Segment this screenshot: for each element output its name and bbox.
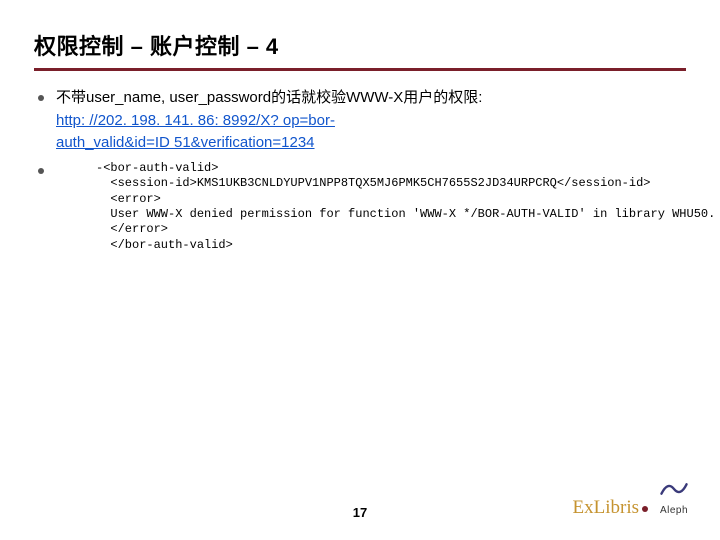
- footer: 17 ExLibris Aleph: [0, 484, 720, 524]
- bullet-1-prefix: 不带user_name, user_password的话就校验WWW-X用户的权…: [56, 89, 482, 106]
- aleph-swirl-icon: [658, 478, 690, 500]
- aleph-text: Aleph: [660, 505, 688, 516]
- slide-title: 权限控制 – 账户控制 – 4: [34, 34, 686, 71]
- link-line-2: auth_valid&id=ID 51&verification=1234: [56, 134, 315, 151]
- bullet-item-2: -<bor-auth-valid> <session-id>KMS1UKB3CN…: [34, 161, 686, 253]
- exlibris-dot-icon: [642, 506, 648, 512]
- exlibris-text: ExLibris: [573, 497, 640, 518]
- bullet-item-1: 不带user_name, user_password的话就校验WWW-X用户的权…: [34, 87, 686, 155]
- link-line-1: http: //202. 198. 141. 86: 8992/X? op=bo…: [56, 112, 335, 129]
- slide-body: 不带user_name, user_password的话就校验WWW-X用户的权…: [34, 87, 686, 253]
- brand-block: ExLibris Aleph: [573, 478, 691, 518]
- aleph-logo-block: Aleph: [658, 478, 690, 518]
- bullet-1-link[interactable]: http: //202. 198. 141. 86: 8992/X? op=bo…: [56, 110, 335, 155]
- page-number: 17: [353, 505, 367, 520]
- bullet-list: 不带user_name, user_password的话就校验WWW-X用户的权…: [34, 87, 686, 253]
- exlibris-logo: ExLibris: [573, 498, 649, 518]
- slide: 权限控制 – 账户控制 – 4 不带user_name, user_passwo…: [0, 0, 720, 540]
- xml-response-block: -<bor-auth-valid> <session-id>KMS1UKB3CN…: [96, 161, 686, 253]
